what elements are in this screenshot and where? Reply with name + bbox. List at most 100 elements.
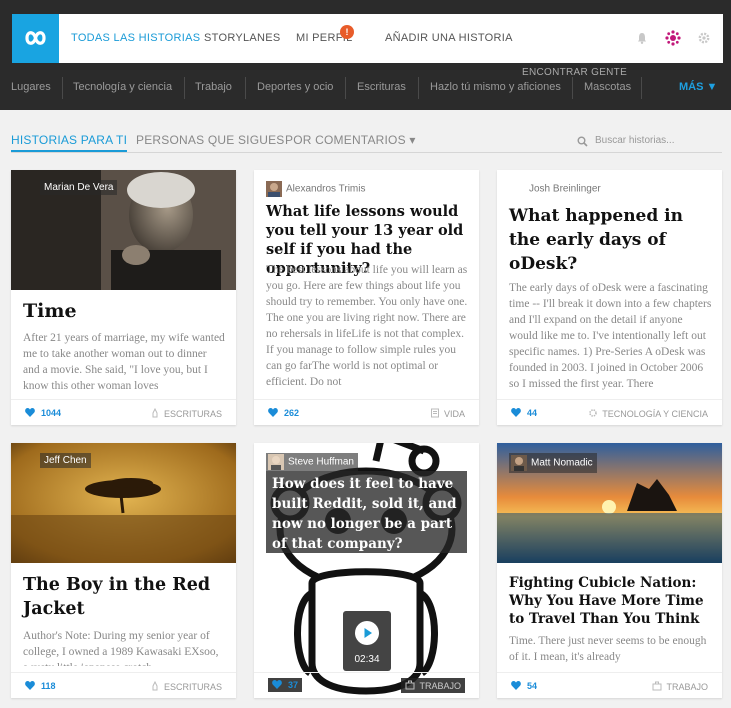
author-name-text: Josh Breinlinger — [529, 183, 601, 195]
category-mascotas[interactable]: Mascotas — [584, 81, 631, 93]
nav-storylanes[interactable]: STORYLANES — [204, 32, 281, 44]
author-name[interactable]: Alexandros Trimis — [266, 181, 365, 197]
card-footer: 1044 ESCRITURAS — [11, 399, 236, 425]
heart-icon — [25, 681, 35, 690]
like-count-value: 44 — [527, 408, 538, 418]
story-card[interactable]: Steve Huffman How does it feel to have b… — [254, 443, 479, 698]
story-card[interactable]: Matt Nomadic Fighting Cubicle Nation: Wh… — [497, 443, 722, 698]
heart-icon — [25, 408, 35, 417]
nav-todas-las-historias[interactable]: TODAS LAS HISTORIAS — [71, 32, 200, 44]
cowbird-logo[interactable] — [12, 14, 59, 63]
heart-icon — [511, 408, 521, 417]
story-category-label: ESCRITURAS — [163, 682, 222, 692]
category-divider — [184, 77, 185, 99]
story-title[interactable]: What happened in the early days of oDesk… — [509, 204, 712, 276]
story-title[interactable]: Fighting Cubicle Nation: Why You Have Mo… — [509, 574, 712, 628]
author-name-text: Steve Huffman — [288, 456, 354, 468]
pen-icon — [152, 681, 158, 691]
story-category-label: TECNOLOGÍA Y CIENCIA — [602, 409, 708, 419]
like-count[interactable]: 54 — [511, 681, 537, 691]
card-footer: 262 VIDA — [254, 399, 479, 425]
gear-icon[interactable] — [697, 31, 711, 45]
like-count[interactable]: 118 — [25, 681, 56, 691]
card-footer: 37 TRABAJO — [254, 672, 479, 698]
video-duration: 02:34 — [354, 654, 380, 665]
like-count-value: 118 — [41, 681, 56, 691]
story-excerpt: Time. There just never seems to be enoug… — [509, 635, 707, 663]
like-count[interactable]: 44 — [511, 408, 537, 418]
heart-icon — [268, 408, 278, 417]
video-player[interactable]: 02:34 — [343, 611, 391, 671]
tab-historias-para-ti[interactable]: HISTORIAS PARA TI — [11, 133, 128, 152]
bell-icon[interactable] — [635, 31, 649, 45]
briefcase-icon — [405, 680, 415, 690]
story-category[interactable]: ESCRITURAS — [150, 681, 222, 692]
search-input[interactable] — [595, 132, 720, 148]
story-category[interactable]: ESCRITURAS — [150, 408, 222, 419]
mas-dropdown[interactable]: MÁS ▼ — [679, 81, 717, 93]
author-name[interactable]: Marian De Vera — [40, 180, 118, 195]
navbar: TODAS LAS HISTORIAS STORYLANES MI PERFIL… — [12, 14, 723, 63]
like-count-value: 1044 — [41, 408, 62, 418]
avatar-icon[interactable] — [664, 29, 682, 47]
notification-badge[interactable]: ! — [340, 25, 354, 39]
heart-icon — [511, 681, 521, 690]
story-card[interactable]: Alexandros Trimis What life lessons woul… — [254, 170, 479, 425]
category-hazlo[interactable]: Hazlo tú mismo y aficiones — [430, 81, 561, 93]
story-filter-tabs: HISTORIAS PARA TI PERSONAS QUE SIGUES PO… — [11, 132, 722, 153]
author-name[interactable]: Matt Nomadic — [509, 453, 597, 473]
play-icon — [364, 628, 372, 638]
story-category[interactable]: TRABAJO — [652, 681, 708, 692]
category-escrituras[interactable]: Escrituras — [357, 81, 406, 93]
story-excerpt: The best lessons about life you will lea… — [266, 264, 468, 388]
like-count-value: 54 — [527, 681, 538, 691]
author-name[interactable]: Steve Huffman — [266, 453, 358, 471]
author-avatar — [266, 181, 282, 197]
author-avatar — [511, 455, 527, 471]
category-deportes[interactable]: Deportes y ocio — [257, 81, 333, 93]
category-divider — [418, 77, 419, 99]
category-tecnologia[interactable]: Tecnología y ciencia — [73, 81, 172, 93]
like-count-value: 37 — [288, 680, 299, 690]
category-lugares[interactable]: Lugares — [11, 81, 51, 93]
gear-icon — [589, 409, 598, 417]
author-name[interactable]: Josh Breinlinger — [509, 181, 601, 197]
category-bar: Lugares Tecnología y ciencia Trabajo Dep… — [0, 77, 731, 99]
tab-personas-que-sigues[interactable]: PERSONAS QUE SIGUES — [136, 133, 285, 147]
category-divider — [572, 77, 573, 99]
category-divider — [345, 77, 346, 99]
story-card[interactable]: Jeff Chen The Boy in the Red Jacket Auth… — [11, 443, 236, 698]
briefcase-icon — [652, 681, 662, 691]
category-divider — [245, 77, 246, 99]
story-excerpt: After 21 years of marriage, my wife want… — [23, 332, 225, 392]
logo-infinity-icon — [25, 31, 46, 45]
tab-por-comentarios[interactable]: POR COMENTARIOS ▾ — [285, 133, 416, 147]
nav-anadir-historia[interactable]: AÑADIR UNA HISTORIA — [385, 32, 513, 44]
story-category-label: ESCRITURAS — [163, 409, 222, 419]
card-footer: 44 TECNOLOGÍA Y CIENCIA — [497, 399, 722, 425]
category-trabajo[interactable]: Trabajo — [195, 81, 232, 93]
like-count[interactable]: 37 — [268, 678, 303, 692]
story-title[interactable]: The Boy in the Red Jacket — [23, 573, 226, 621]
search-icon[interactable] — [577, 136, 588, 147]
story-title[interactable]: How does it feel to have built Reddit, s… — [266, 471, 467, 553]
story-category-label: TRABAJO — [666, 682, 708, 692]
top-frame: TODAS LAS HISTORIAS STORYLANES MI PERFIL… — [0, 0, 731, 110]
card-footer: 118 ESCRITURAS — [11, 672, 236, 698]
story-card[interactable]: Josh Breinlinger What happened in the ea… — [497, 170, 722, 425]
like-count[interactable]: 262 — [268, 408, 299, 418]
story-category[interactable]: TRABAJO — [401, 678, 465, 693]
pen-icon — [152, 408, 158, 418]
story-category[interactable]: TECNOLOGÍA Y CIENCIA — [588, 408, 708, 419]
card-footer: 54 TRABAJO — [497, 672, 722, 698]
category-divider — [641, 77, 642, 99]
category-divider — [62, 77, 63, 99]
play-button[interactable] — [355, 621, 379, 645]
author-name[interactable]: Jeff Chen — [40, 453, 91, 468]
story-title[interactable]: Time — [23, 300, 226, 322]
story-category[interactable]: VIDA — [430, 408, 465, 419]
like-count[interactable]: 1044 — [25, 408, 61, 418]
author-avatar — [268, 454, 284, 470]
story-card[interactable]: Marian De Vera Time After 21 years of ma… — [11, 170, 236, 425]
book-icon — [430, 408, 439, 418]
